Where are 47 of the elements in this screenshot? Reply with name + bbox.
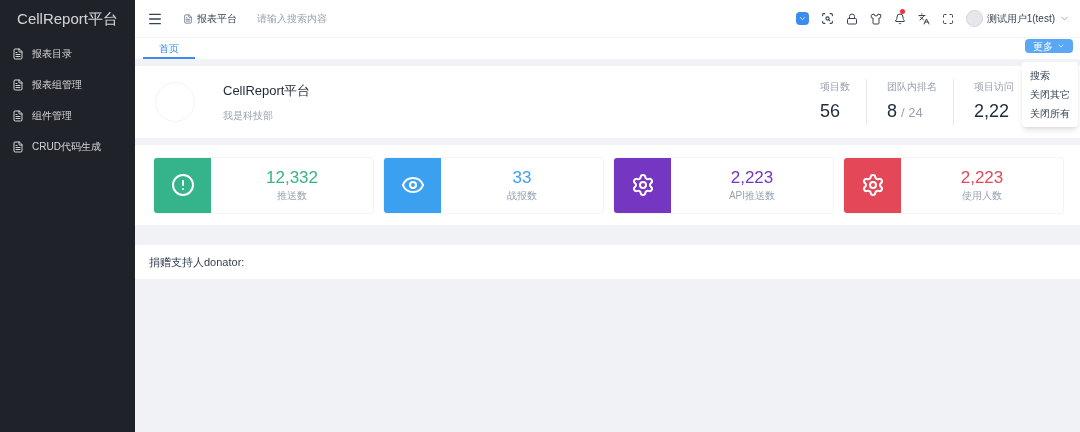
search-field[interactable]: 请输入搜索内容	[257, 11, 407, 26]
stat-value: 8	[887, 100, 897, 123]
breadcrumb[interactable]: 报表平台	[197, 11, 237, 26]
lock-icon[interactable]	[845, 12, 858, 25]
document-icon	[12, 109, 24, 122]
card-value: 2,223	[730, 166, 774, 189]
card-value: 33	[512, 166, 532, 189]
menu-item[interactable]: 关闭其它	[1022, 85, 1078, 104]
sidebar-item[interactable]: CRUD代码生成	[0, 131, 135, 162]
donator-label: 捐赠支持人donator:	[149, 254, 245, 270]
dropdown-toggle[interactable]	[795, 12, 809, 25]
stat-value: 56	[820, 100, 841, 123]
document-icon	[183, 13, 193, 24]
caret-icon	[1057, 42, 1065, 50]
stat-value: 2,22	[974, 100, 1010, 123]
stat-label: 项目数	[820, 80, 850, 94]
card-label: 推送数	[277, 189, 307, 204]
sidebar-item[interactable]: 报表目录	[0, 38, 135, 69]
sidebar-item[interactable]: 报表组管理	[0, 69, 135, 100]
bell-icon[interactable]	[893, 12, 906, 25]
shirt-icon[interactable]	[869, 12, 882, 25]
fullscreen-icon[interactable]	[941, 12, 954, 25]
search-icon[interactable]	[820, 12, 834, 25]
exclamation-icon	[170, 173, 195, 197]
document-icon	[12, 78, 24, 91]
department: 我是科技部	[223, 109, 274, 124]
card-value: 12,332	[266, 166, 318, 189]
menu-item[interactable]: 搜索	[1022, 66, 1078, 85]
card-label: API推送数	[728, 189, 776, 204]
document-icon	[12, 47, 24, 60]
card-value: 2,223	[960, 166, 1004, 189]
caret-icon	[797, 14, 807, 23]
stat-total: / 24	[901, 104, 923, 122]
profile-name: CellReport平台	[223, 81, 311, 100]
app-title: CellReport平台	[17, 8, 118, 29]
user-name[interactable]: 测试用户1(test)	[986, 11, 1055, 26]
gear-icon	[860, 173, 885, 197]
card-label: 使用人数	[962, 189, 1002, 204]
tab[interactable]: 首页	[143, 39, 195, 59]
translate-icon[interactable]	[917, 12, 930, 25]
gear-icon	[630, 173, 655, 197]
stat-label: 项目访问	[974, 80, 1014, 94]
sidebar-item[interactable]: 组件管理	[0, 100, 135, 131]
menu-item[interactable]: 关闭所有	[1022, 104, 1078, 123]
stat-label: 团队内排名	[887, 80, 937, 94]
card-label: 战报数	[507, 189, 537, 204]
document-icon	[12, 140, 24, 153]
